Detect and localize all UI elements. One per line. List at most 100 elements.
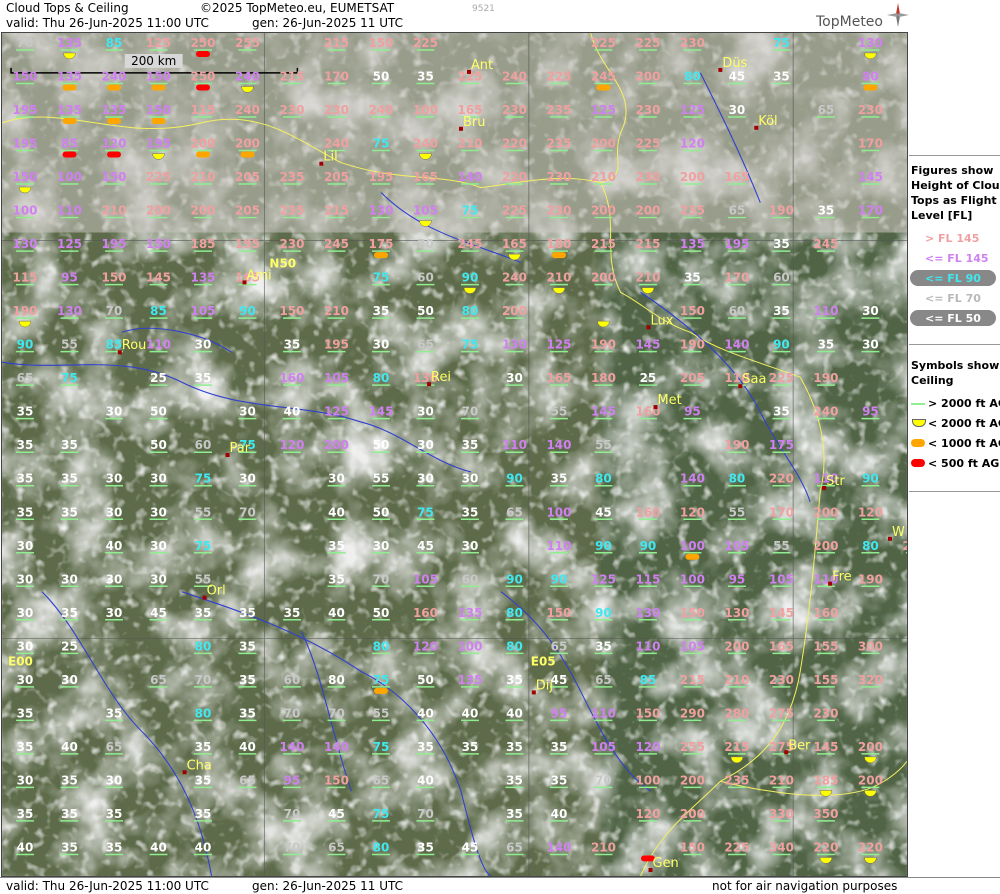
city-label[interactable]: Str [826, 474, 845, 489]
topmeteo-logo[interactable]: TopMeteo [816, 14, 883, 30]
city-label[interactable]: Gen [653, 856, 679, 871]
cloud-top-value: 225 [635, 137, 660, 151]
scale-label: 200 km [131, 54, 176, 68]
cloud-top-value: 80 [506, 606, 523, 620]
cloud-top-value: 30 [239, 472, 256, 486]
cloud-top-value: 35 [595, 639, 612, 653]
legend-ceiling-item: < 2000 ft AGL [928, 417, 1000, 430]
city-label[interactable]: Ami [246, 268, 271, 283]
legend-ceiling-item: < 500 ft AGL [928, 457, 1000, 470]
cloud-top-value: 30 [506, 371, 523, 385]
city-label[interactable]: Bru [463, 115, 485, 130]
cloud-top-value: 80 [862, 69, 879, 83]
cloud-top-value: 230 [502, 103, 527, 117]
city-label[interactable]: W [892, 525, 905, 540]
cloud-top-value: 80 [506, 639, 523, 653]
cloud-top-value: 225 [413, 36, 438, 50]
cloud-top-value: 140 [724, 338, 749, 352]
cloud-top-value: 35 [106, 706, 123, 720]
cloud-top-value: 30 [417, 405, 434, 419]
cloud-top-value: 30 [106, 572, 123, 586]
cloud-top-value: 200 [724, 639, 749, 653]
ceiling-below-1000-symbol [373, 687, 388, 694]
city-label[interactable]: Düs [722, 56, 747, 71]
cloud-top-value: 50 [150, 438, 167, 452]
cloud-top-value: 40 [284, 405, 301, 419]
cloud-map[interactable]: 200 km N50 E00 E05 70 135 85 125 250 255 215 150 2… [1, 32, 908, 877]
cloud-top-value: 30 [417, 438, 434, 452]
cloud-top-value: 150 [146, 69, 171, 83]
cloud-top-value: 40 [462, 706, 479, 720]
cloud-top-value: 30 [150, 539, 167, 553]
cloud-top-value: 30 [61, 673, 78, 687]
cloud-top-value: 125 [146, 36, 171, 50]
cloud-top-value: 150 [13, 69, 38, 83]
city-label[interactable]: Dij [536, 678, 553, 693]
cloud-top-value: 35 [373, 304, 390, 318]
city-label[interactable]: Cha [187, 758, 212, 773]
cloud-top-value: 30 [106, 505, 123, 519]
cloud-top-value: 40 [106, 539, 123, 553]
city-label[interactable]: Fre [832, 570, 852, 585]
city-label[interactable]: Par [230, 441, 251, 456]
cloud-top-value: 105 [724, 539, 749, 553]
ceiling-below-500-symbol [196, 84, 210, 91]
city-label[interactable]: Rou [122, 338, 147, 353]
cloud-top-value: 150 [146, 103, 171, 117]
cloud-top-value: 105 [680, 639, 705, 653]
cloud-top-value: 35 [239, 706, 256, 720]
cloud-top-value: 120 [413, 639, 438, 653]
cloud-top-value: 235 [279, 170, 304, 184]
city-label[interactable]: Lil [323, 150, 337, 165]
cloud-top-value: 195 [368, 170, 393, 184]
cloud-top-value: 75 [195, 472, 212, 486]
cloud-top-value: 45 [551, 673, 568, 687]
ceiling-below-500-symbol [107, 151, 121, 158]
cloud-top-value: 125 [680, 103, 705, 117]
legend-tops-line-2: Height of Cloud [911, 179, 1000, 192]
cloud-top-value: 30 [150, 572, 167, 586]
cloud-top-value: 55 [729, 505, 746, 519]
cloud-top-value: 340 [769, 840, 794, 854]
cloud-top-value: 105 [591, 740, 616, 754]
cloud-top-value: 25 [61, 639, 78, 653]
legend-tops-item: <= FL 50 [925, 312, 981, 325]
cloud-top-value: 240 [235, 103, 260, 117]
cloud-top-value: 240 [502, 69, 527, 83]
cloud-top-value: 75 [373, 740, 390, 754]
city-label[interactable]: Ber [788, 738, 811, 753]
cloud-top-value: 90 [506, 572, 523, 586]
cloud-top-value: 160 [813, 606, 838, 620]
cloud-top-value: 220 [769, 472, 794, 486]
city-label[interactable]: Lux [651, 313, 674, 328]
cloud-top-value: 125 [57, 237, 82, 251]
cloud-top-value: 50 [417, 673, 434, 687]
grid-label: E05 [531, 654, 556, 668]
cloud-top-value: 40 [328, 606, 345, 620]
cloud-top-value: 35 [239, 606, 256, 620]
cloud-top-value: 145 [591, 405, 616, 419]
cloud-top-value: 40 [195, 840, 212, 854]
city-label[interactable]: Köl [758, 114, 777, 129]
city-label[interactable]: Orl [207, 584, 226, 599]
cloud-top-value: 30 [462, 472, 479, 486]
cloud-top-value: 120 [279, 438, 304, 452]
cloud-top-value: 100 [13, 204, 38, 218]
cloud-top-value: 55 [551, 405, 568, 419]
cloud-top-value: 90 [462, 271, 479, 285]
cloud-top-value: 140 [680, 472, 705, 486]
ceiling-below-1000-symbol [685, 553, 700, 560]
cloud-top-value: 75 [61, 371, 78, 385]
city-label[interactable]: Ant [471, 58, 493, 73]
cloud-top-value: 230 [680, 36, 705, 50]
cloud-top-value: 145 [368, 405, 393, 419]
cloud-top-value: 210 [457, 137, 482, 151]
cloud-top-value: 120 [102, 137, 127, 151]
city-label[interactable]: Met [658, 393, 682, 408]
cloud-top-value: 215 [324, 36, 349, 50]
cloud-top-value: 210 [591, 170, 616, 184]
city-label[interactable]: Saa [742, 372, 766, 387]
city-label[interactable]: Rei [431, 370, 451, 385]
cloud-top-value: 35 [61, 807, 78, 821]
cloud-top-value: 35 [328, 572, 345, 586]
